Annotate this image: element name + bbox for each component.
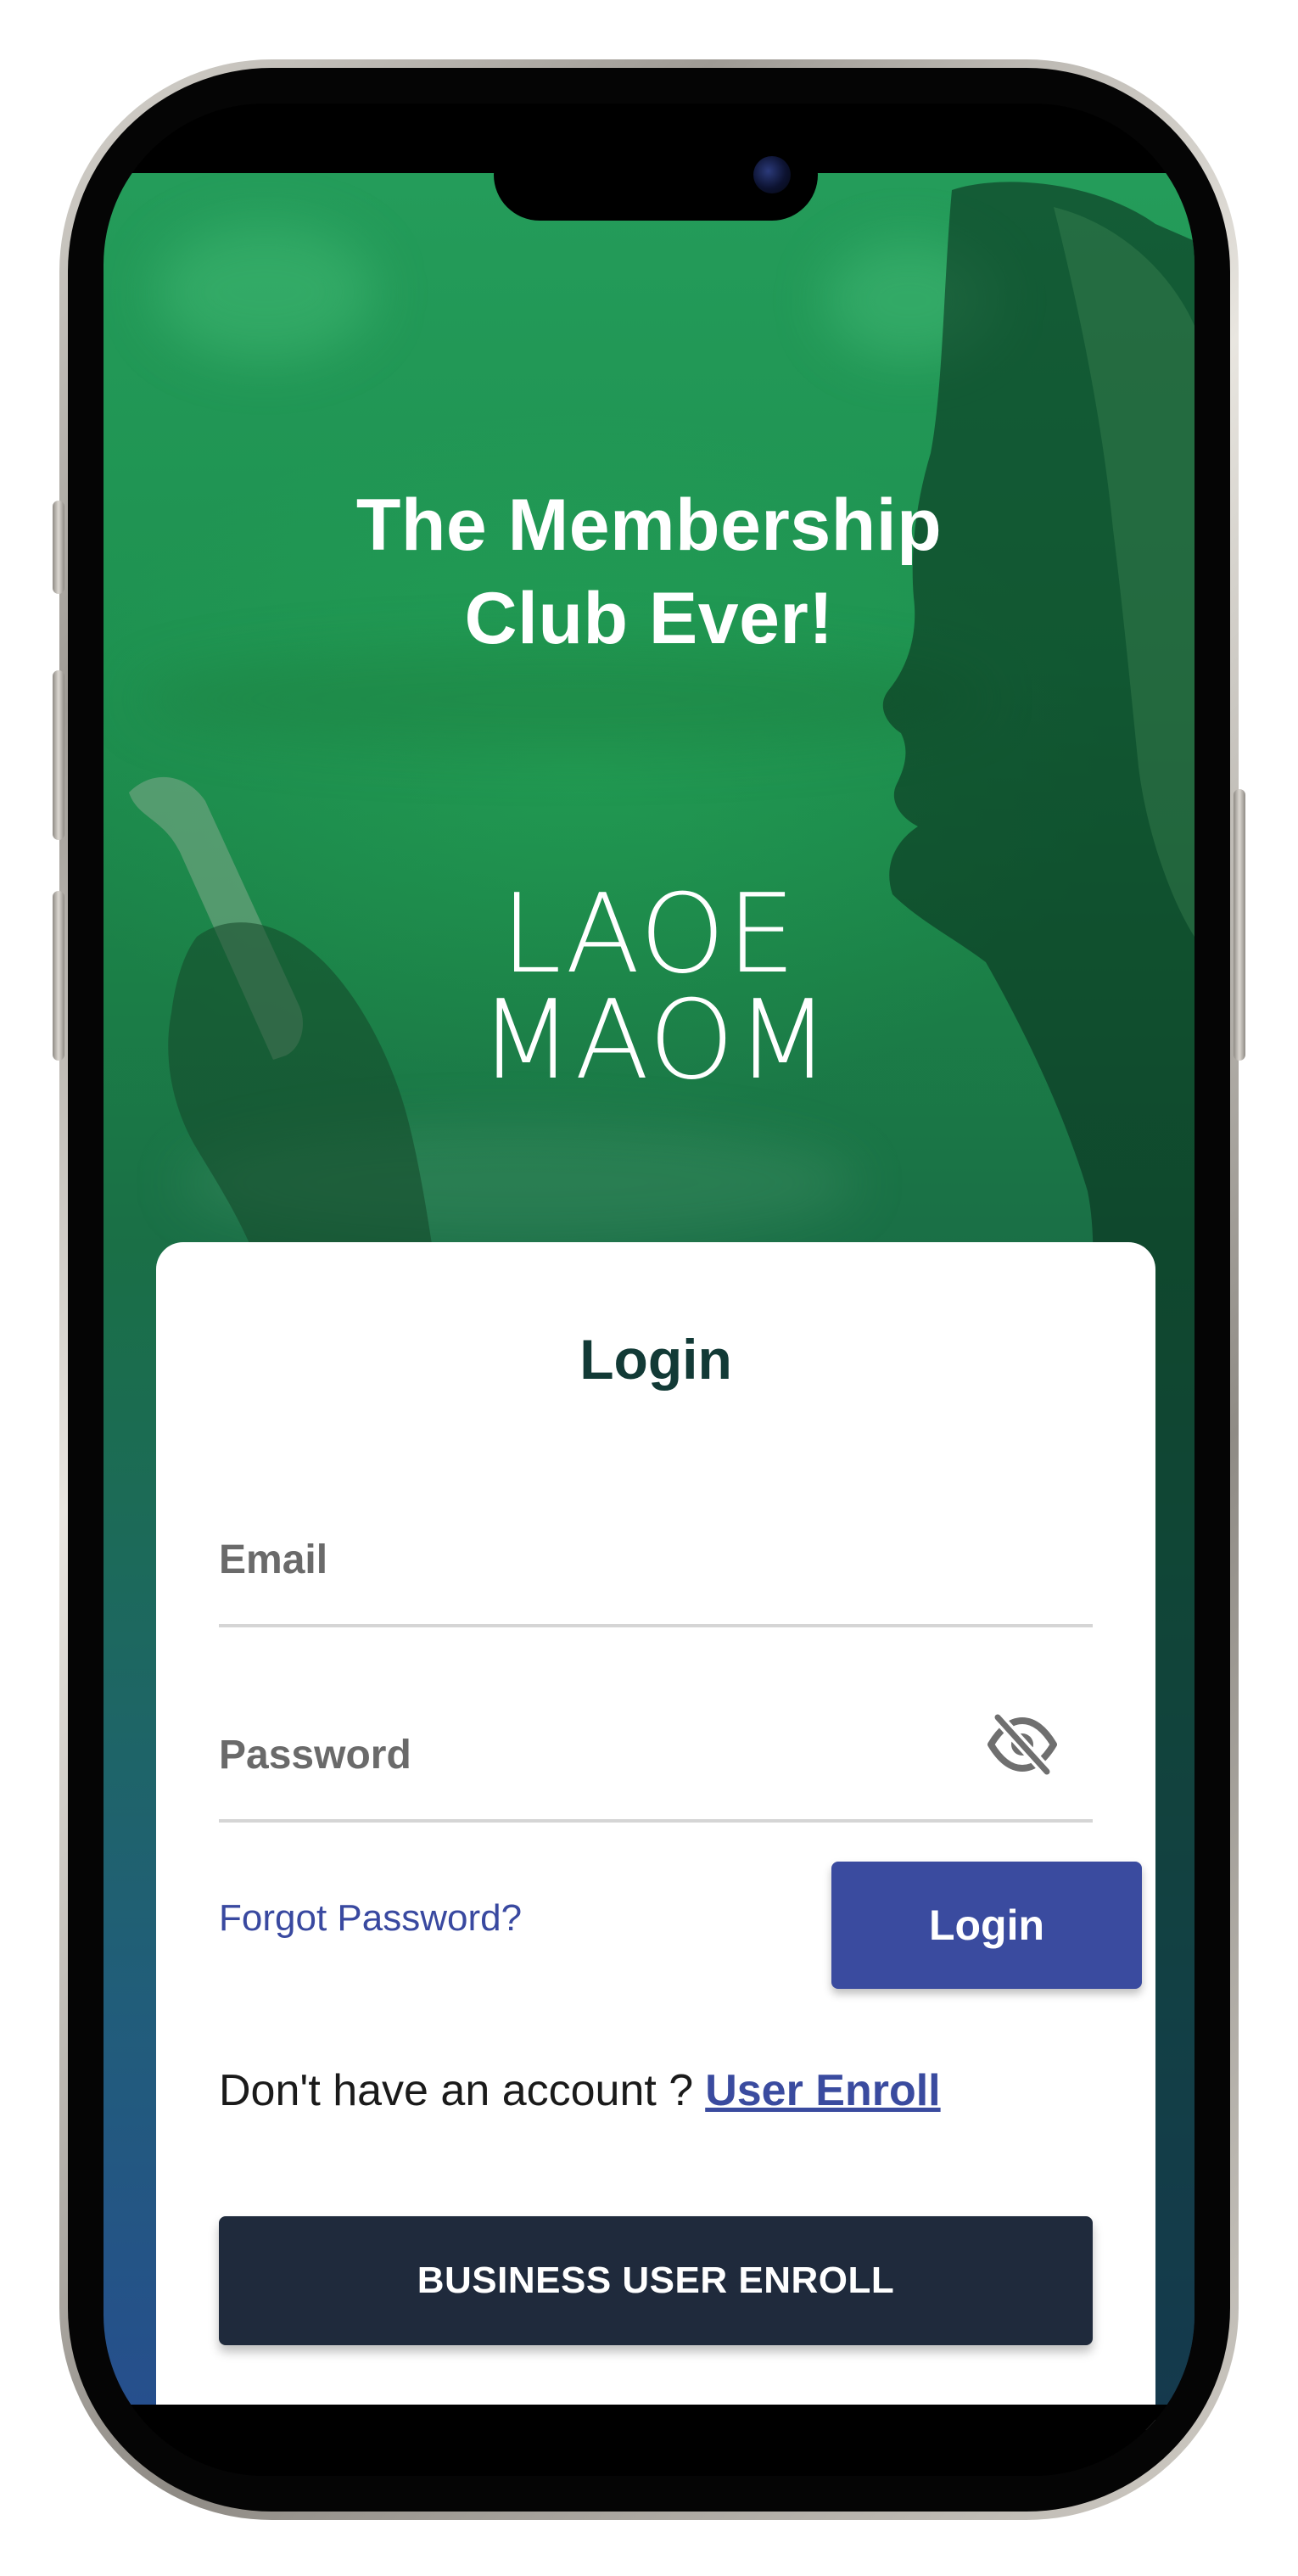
- login-title: Login: [579, 1328, 732, 1391]
- enroll-prompt-row: Don't have an account ? User Enroll: [219, 2065, 941, 2116]
- hero-headline-line2: Club Ever!: [464, 578, 834, 659]
- brand-logo-line1: LAOE: [501, 871, 797, 998]
- device-action-button: [53, 501, 64, 594]
- app-screen: The Membership Club Ever! LAOE MAOM Logi…: [104, 104, 1194, 2476]
- hero-headline: The Membership Club Ever!: [104, 479, 1194, 665]
- hero-headline-line1: The Membership: [355, 484, 943, 566]
- device-power-button: [1234, 789, 1245, 1061]
- email-input[interactable]: [219, 1537, 982, 1583]
- enroll-prompt-text: Don't have an account ?: [219, 2066, 694, 2115]
- eye-slash-icon: [987, 1711, 1057, 1778]
- brand-logo: LAOE MAOM: [479, 871, 831, 1104]
- forgot-password-link[interactable]: Forgot Password?: [219, 1897, 522, 1940]
- device-volume-down-button: [53, 891, 64, 1061]
- email-field-container: [219, 1488, 1093, 1627]
- brand-logo-line2: MAOM: [479, 977, 831, 1104]
- login-card: Login Forgot Password? Login Don't have …: [156, 1242, 1155, 2430]
- device-volume-up-button: [53, 670, 64, 840]
- password-visibility-toggle[interactable]: [986, 1711, 1059, 1778]
- user-enroll-link[interactable]: User Enroll: [705, 2066, 940, 2115]
- screen-bottom-edge: [104, 2405, 1194, 2476]
- front-camera-icon: [753, 156, 791, 193]
- password-field-container: [219, 1683, 1093, 1823]
- business-user-enroll-button[interactable]: BUSINESS USER ENROLL: [219, 2216, 1093, 2345]
- password-input[interactable]: [219, 1732, 982, 1778]
- login-button[interactable]: Login: [831, 1862, 1142, 1989]
- dynamic-island: [494, 129, 818, 221]
